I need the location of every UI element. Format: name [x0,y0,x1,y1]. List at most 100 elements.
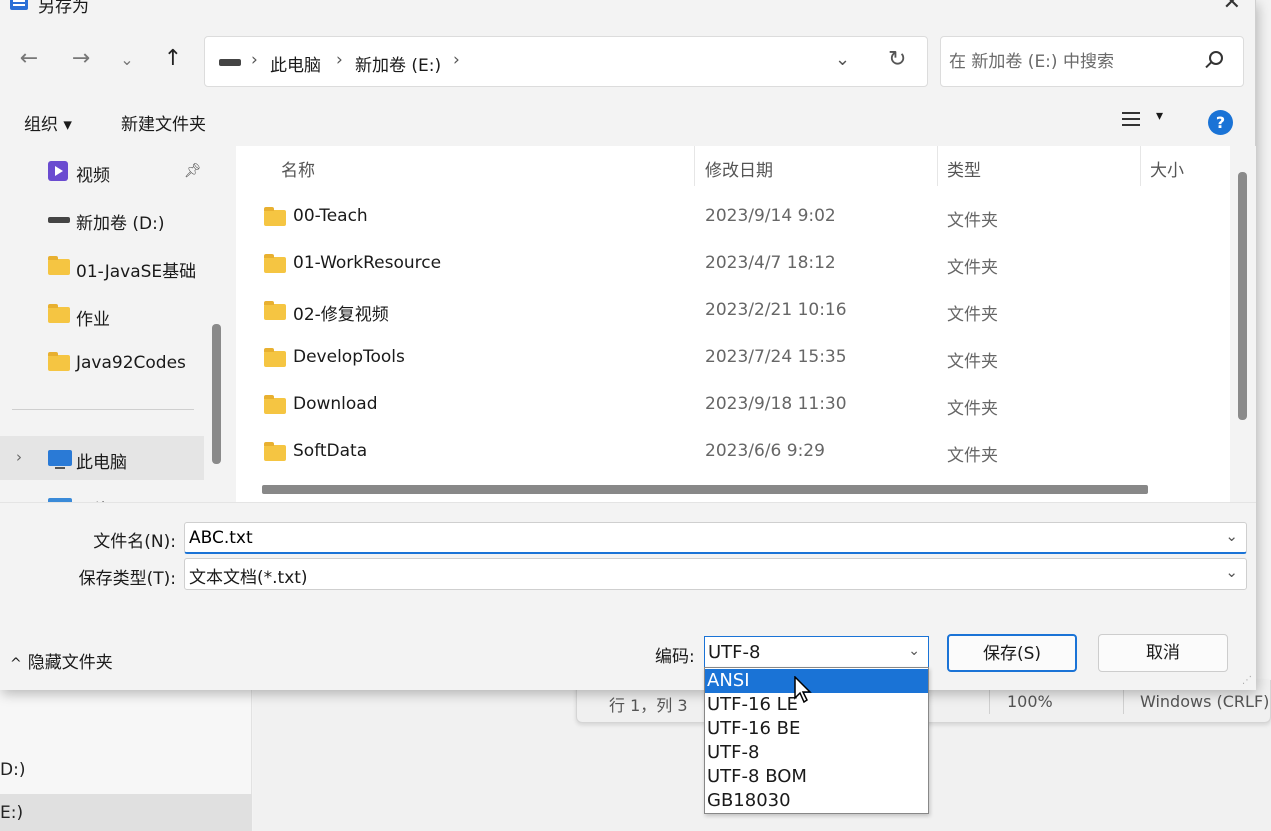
cancel-button[interactable]: 取消 [1098,634,1228,672]
drive-icon [219,59,241,66]
status-line-ending: Windows (CRLF) [1140,692,1270,711]
nav-item-this-pc[interactable]: › 此电脑 [0,436,204,480]
file-row[interactable]: SoftData 2023/6/6 9:29 文件夹 [236,428,1230,475]
up-arrow-icon[interactable]: ↑ [158,46,188,71]
computer-icon [48,450,72,469]
toolbar: 组织 ▾ 新建文件夹 ▾ ? [0,100,1255,144]
vertical-scrollbar[interactable] [1238,172,1247,420]
breadcrumb-separator: › [453,50,460,70]
nav-item-label: 作业 [76,310,110,330]
folder-icon [48,352,70,371]
recent-locations-chevron-icon[interactable]: ⌄ [112,50,142,69]
file-name: 01-WorkResource [293,253,442,273]
breadcrumb-separator: › [336,50,343,70]
file-row[interactable]: Download 2023/9/18 11:30 文件夹 [236,381,1230,428]
folder-icon [264,301,286,320]
file-type: 文件夹 [947,258,998,278]
column-header-size[interactable]: 大小 [1150,156,1184,181]
nav-item-homework[interactable]: 作业 [0,293,204,337]
file-name: DevelopTools [293,347,405,367]
nav-item-label: 01-JavaSE基础 [76,262,197,282]
encoding-option-utf16be[interactable]: UTF-16 BE [705,717,928,741]
folder-icon [48,256,70,275]
filetype-select[interactable]: 文本文档(*.txt) ⌄ [184,558,1247,590]
file-type: 文件夹 [947,211,998,231]
search-input[interactable] [949,49,1189,75]
encoding-dropdown-chevron-icon[interactable]: ⌄ [908,643,920,659]
column-header-name[interactable]: 名称 [281,156,315,181]
file-type: 文件夹 [947,305,998,325]
encoding-option-utf16le[interactable]: UTF-16 LE [705,693,928,717]
save-as-dialog: 另存为 ✕ ← → ⌄ ↑ › 此电脑 › 新加卷 (E:) › ⌄ ↻ 组织 … [0,0,1256,690]
encoding-select[interactable]: UTF-8 ⌄ [704,636,929,670]
file-date: 2023/7/24 15:35 [705,347,847,367]
filetype-dropdown-chevron-icon[interactable]: ⌄ [1225,563,1238,581]
file-row[interactable]: DevelopTools 2023/7/24 15:35 文件夹 [236,334,1230,381]
background-nav-item-selected: E:) [0,794,252,831]
file-date: 2023/4/7 18:12 [705,253,836,273]
breadcrumb-this-pc[interactable]: 此电脑 [270,51,321,76]
status-zoom: 100% [1007,692,1053,711]
nav-item-javase[interactable]: 01-JavaSE基础 [0,245,204,289]
forward-arrow-icon[interactable]: → [66,46,96,71]
address-bar[interactable]: › 此电脑 › 新加卷 (E:) › ⌄ ↻ [204,36,928,87]
encoding-option-gb18030[interactable]: GB18030 [705,789,928,813]
refresh-icon[interactable]: ↻ [888,47,906,72]
column-header-date[interactable]: 修改日期 [705,156,773,181]
encoding-option-utf8bom[interactable]: UTF-8 BOM [705,765,928,789]
encoding-option-ansi[interactable]: ANSI [705,669,928,693]
nav-item-label: 视频 [76,166,110,186]
notepad-icon [10,0,28,10]
folder-icon [264,442,286,461]
file-date: 2023/9/18 11:30 [705,394,847,414]
save-button[interactable]: 保存(S) [947,634,1077,672]
encoding-option-utf8[interactable]: UTF-8 [705,741,928,765]
filename-field[interactable]: ⌄ [184,522,1247,554]
view-dropdown-caret-icon[interactable]: ▾ [1156,108,1163,124]
pin-icon[interactable]: 📌︎ [184,163,202,179]
filename-label: 文件名(N): [93,532,176,552]
file-type: 文件夹 [947,399,998,419]
help-icon[interactable]: ? [1208,110,1233,135]
file-row[interactable]: 00-Teach 2023/9/14 9:02 文件夹 [236,193,1230,240]
file-type: 文件夹 [947,352,998,372]
filetype-value: 文本文档(*.txt) [189,568,308,588]
column-header-type[interactable]: 类型 [947,156,981,181]
file-date: 2023/9/14 9:02 [705,206,836,226]
search-box[interactable] [940,36,1244,87]
address-dropdown-chevron-icon[interactable]: ⌄ [835,49,850,70]
title-bar: 另存为 ✕ [0,0,1255,24]
filename-input[interactable] [189,526,1189,550]
encoding-label: 编码: [655,647,695,667]
hide-folders-toggle[interactable]: ^ 隐藏文件夹 [10,648,113,673]
close-button[interactable]: ✕ [1223,0,1241,15]
file-row[interactable]: 02-修复视频 2023/2/21 10:16 文件夹 [236,287,1230,334]
expand-chevron-icon[interactable]: › [16,448,22,466]
folder-icon [264,254,286,273]
file-name: SoftData [293,441,368,461]
breadcrumb-volume-e[interactable]: 新加卷 (E:) [355,51,441,76]
nav-item-videos[interactable]: 视频 📌︎ [0,149,204,193]
file-date: 2023/2/21 10:16 [705,300,847,320]
nav-item-label: Java92Codes [76,353,186,373]
nav-item-volume-d[interactable]: 新加卷 (D:) [0,197,204,241]
nav-item-network[interactable]: 网络 [0,484,204,502]
view-options-icon[interactable] [1122,112,1140,128]
search-icon[interactable] [1209,51,1223,65]
file-name: Download [293,394,378,414]
back-arrow-icon[interactable]: ← [14,46,44,71]
nav-item-label: 此电脑 [76,453,127,473]
resize-grip-icon[interactable]: ⋰ [1242,675,1252,686]
filetype-label: 保存类型(T): [78,569,176,589]
filename-dropdown-chevron-icon[interactable]: ⌄ [1225,527,1238,545]
horizontal-scrollbar[interactable] [262,485,1148,494]
organize-menu[interactable]: 组织 ▾ [24,110,72,135]
file-row[interactable]: 01-WorkResource 2023/4/7 18:12 文件夹 [236,240,1230,287]
drive-icon [48,217,70,223]
nav-item-java92codes[interactable]: Java92Codes [0,341,204,385]
background-nav-pane: D:) E:) [0,690,252,831]
sort-ascending-icon: ˄ [476,146,484,159]
new-folder-button[interactable]: 新建文件夹 [121,110,206,135]
folder-icon [264,348,286,367]
nav-scrollbar[interactable] [212,324,221,464]
